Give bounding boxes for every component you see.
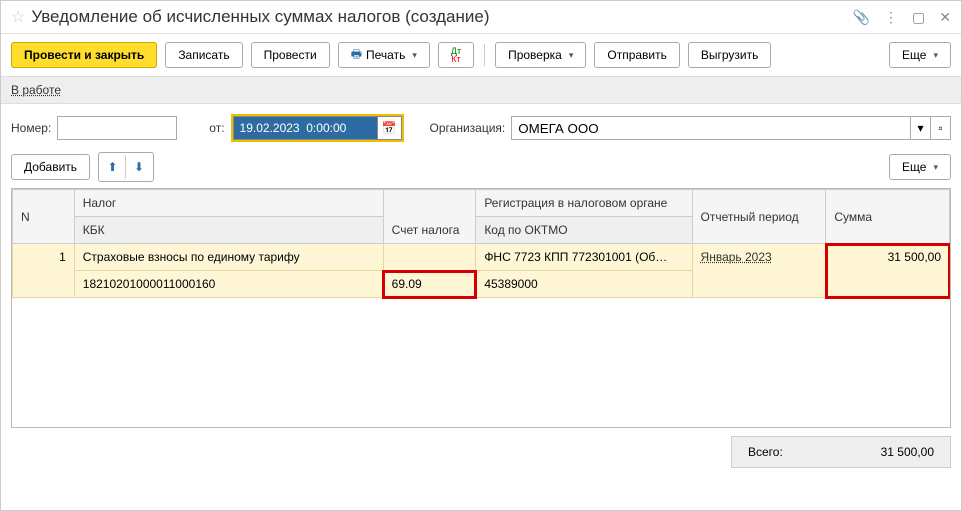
number-label: Номер: (11, 121, 51, 135)
date-input[interactable] (233, 116, 378, 140)
cell-reg[interactable]: ФНС 7723 КПП 772301001 (Об… (476, 244, 692, 271)
kebab-menu-icon[interactable]: ⋮ (884, 9, 898, 26)
move-down-button[interactable]: ⬇ (126, 154, 152, 180)
from-label: от: (209, 121, 224, 135)
table-row: 1 Страховые взносы по единому тарифу ФНС… (13, 244, 950, 271)
maximize-icon[interactable]: ▢ (912, 9, 925, 26)
add-row-button[interactable]: Добавить (11, 154, 90, 180)
export-button[interactable]: Выгрузить (688, 42, 772, 68)
col-reg[interactable]: Регистрация в налоговом органе (476, 190, 692, 217)
col-sum[interactable]: Сумма (826, 190, 950, 244)
submit-button[interactable]: Провести (251, 42, 330, 68)
toolbar-divider (484, 44, 485, 66)
org-label: Организация: (430, 121, 506, 135)
cell-kbk[interactable]: 18210201000011000160 (74, 271, 383, 298)
cell-oktmo[interactable]: 45389000 (476, 271, 692, 298)
total-value: 31 500,00 (881, 445, 934, 459)
save-button[interactable]: Записать (165, 42, 242, 68)
col-period[interactable]: Отчетный период (692, 190, 826, 244)
status-in-work[interactable]: В работе (11, 83, 61, 97)
org-open-icon[interactable]: ▫ (931, 116, 951, 140)
cell-sum[interactable]: 31 500,00 (826, 244, 950, 298)
move-up-button[interactable]: ⬆ (100, 154, 126, 180)
col-oktmo[interactable]: Код по ОКТМО (476, 217, 692, 244)
printer-icon: 🖶 (351, 45, 362, 66)
check-button[interactable]: Проверка (495, 42, 586, 68)
cell-tax[interactable]: Страховые взносы по единому тарифу (74, 244, 383, 271)
col-acct[interactable]: Счет налога (383, 190, 476, 244)
more-button[interactable]: Еще (889, 42, 951, 68)
org-dropdown-icon[interactable]: ▾ (911, 116, 931, 140)
cell-period[interactable]: Январь 2023 (692, 244, 826, 298)
col-n[interactable]: N (13, 190, 75, 244)
date-field[interactable]: 📅 (231, 114, 404, 142)
print-button[interactable]: 🖶Печать (338, 42, 430, 68)
cell-n[interactable]: 1 (13, 244, 75, 298)
close-icon[interactable]: ✕ (939, 9, 951, 26)
tax-grid[interactable]: N Налог Счет налога Регистрация в налого… (11, 188, 951, 428)
favorite-star-icon[interactable]: ☆ (11, 7, 25, 27)
send-button[interactable]: Отправить (594, 42, 680, 68)
table-more-button[interactable]: Еще (889, 154, 951, 180)
dtkt-button[interactable]: ДтКт (438, 42, 474, 68)
total-label: Всего: (748, 445, 783, 459)
cell-acct[interactable]: 69.09 (383, 271, 476, 298)
org-input[interactable] (511, 116, 911, 140)
calendar-icon[interactable]: 📅 (378, 116, 402, 140)
number-input[interactable] (57, 116, 177, 140)
col-kbk[interactable]: КБК (74, 217, 383, 244)
submit-close-button[interactable]: Провести и закрыть (11, 42, 157, 68)
dtkt-icon: ДтКт (451, 47, 461, 63)
total-box: Всего: 31 500,00 (731, 436, 951, 468)
window-title: Уведомление об исчисленных суммах налого… (31, 7, 852, 27)
col-tax[interactable]: Налог (74, 190, 383, 217)
attach-icon[interactable]: 📎 (853, 9, 870, 26)
